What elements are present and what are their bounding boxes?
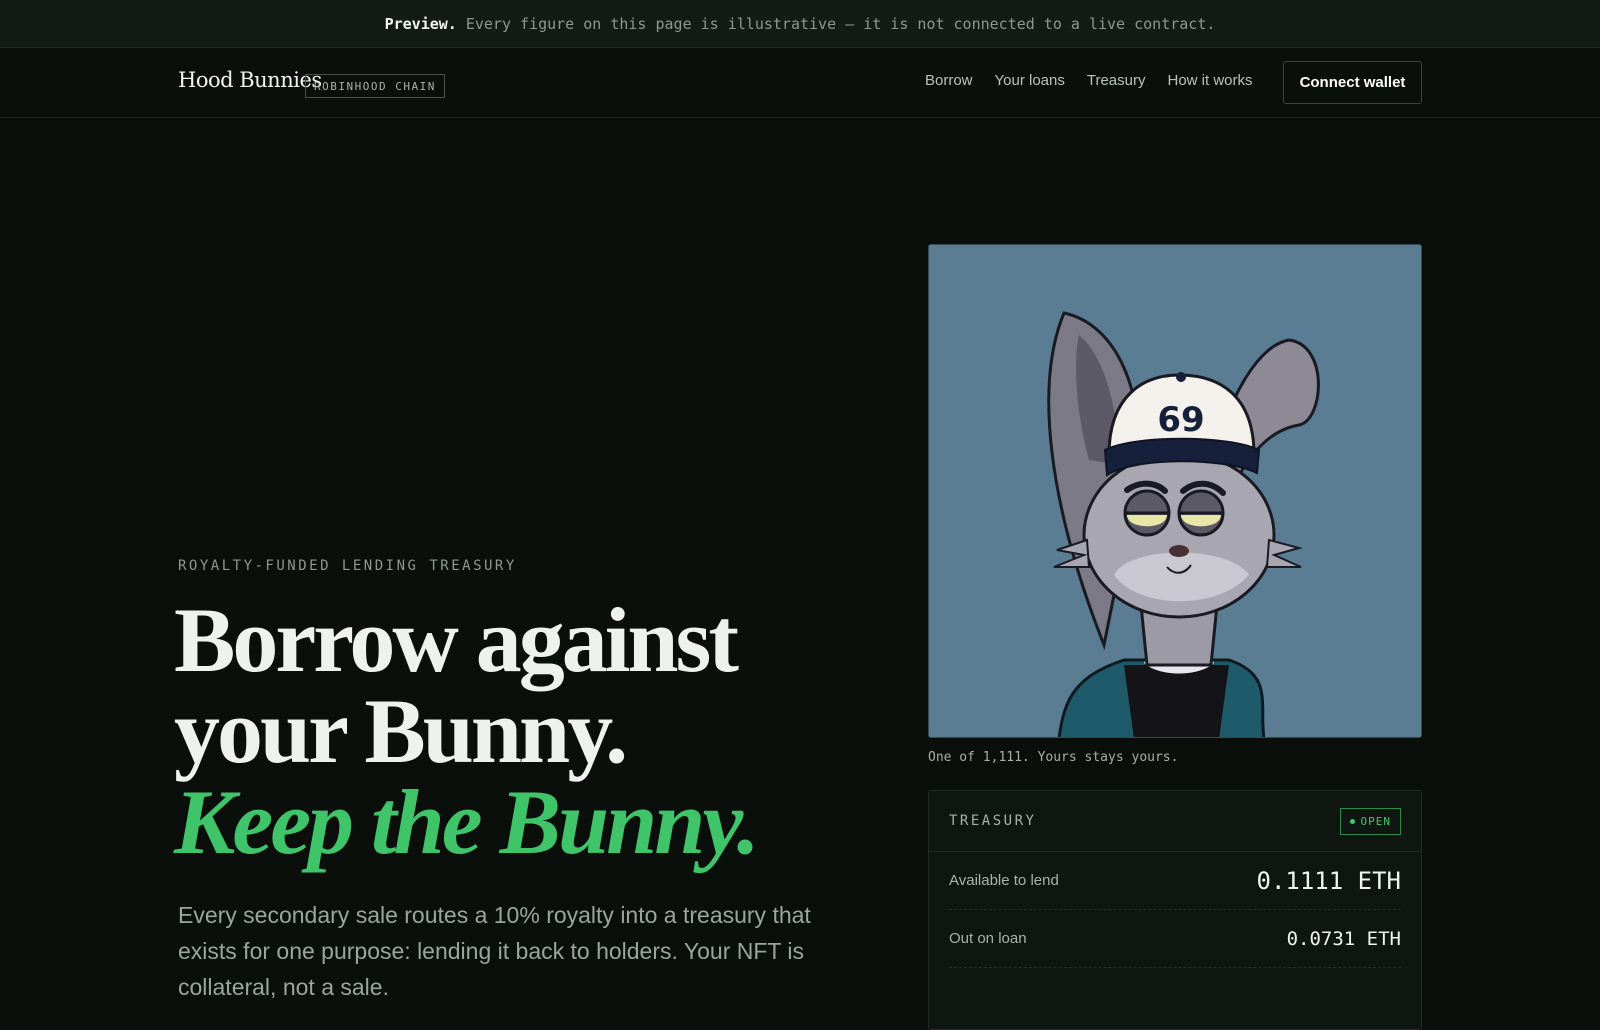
status-badge: OPEN — [1339, 807, 1401, 835]
treasury-title: TREASURY — [949, 813, 1037, 829]
preview-label: Preview. — [384, 14, 457, 33]
brand-logo[interactable]: Hood Bunnies — [178, 68, 322, 92]
connect-wallet-button[interactable]: Connect wallet — [1283, 61, 1422, 104]
bunny-illustration: 69 — [929, 245, 1421, 737]
nav-links: Borrow Your loans Treasury How it works — [925, 72, 1253, 89]
headline-accent: Keep the Bunny. — [174, 771, 760, 873]
treasury-row-available: Available to lend 0.1111 ETH — [949, 852, 1401, 910]
hero-lead: Every secondary sale routes a 10% royalt… — [178, 902, 811, 1000]
top-nav: Hood Bunnies ROBINHOOD CHAIN Borrow Your… — [0, 48, 1600, 118]
preview-banner: Preview. Every figure on this page is il… — [0, 0, 1600, 48]
headline-line-2: your Bunny. — [174, 680, 628, 782]
treasury-header: TREASURY OPEN — [929, 791, 1421, 852]
available-label: Available to lend — [949, 872, 1059, 889]
artwork-caption: One of 1,111. Yours stays yours. — [928, 750, 1179, 765]
treasury-row-on-loan: Out on loan 0.0731 ETH — [949, 910, 1401, 968]
preview-text: Every figure on this page is illustrativ… — [465, 14, 1216, 33]
hero-headline: Borrow against your Bunny. Keep the Bunn… — [174, 589, 874, 873]
treasury-card: TREASURY OPEN Available to lend 0.1111 E… — [928, 790, 1422, 1030]
available-value: 0.1111 ETH — [1256, 866, 1402, 895]
cap-number: 69 — [1157, 400, 1204, 440]
hero-eyebrow: ROYALTY-FUNDED LENDING TREASURY — [178, 558, 517, 574]
nav-link-treasury[interactable]: Treasury — [1087, 72, 1146, 89]
status-label: OPEN — [1360, 814, 1391, 828]
nav-link-your-loans[interactable]: Your loans — [995, 72, 1065, 89]
bunny-artwork: 69 — [928, 244, 1422, 738]
status-dot-icon — [1349, 818, 1355, 824]
on-loan-value: 0.0731 ETH — [1286, 927, 1401, 950]
nav-link-how-it-works[interactable]: How it works — [1167, 72, 1252, 89]
chain-badge: ROBINHOOD CHAIN — [305, 74, 445, 98]
nav-link-borrow[interactable]: Borrow — [925, 72, 973, 89]
headline-line-1: Borrow against — [174, 589, 739, 691]
on-loan-label: Out on loan — [949, 930, 1027, 947]
